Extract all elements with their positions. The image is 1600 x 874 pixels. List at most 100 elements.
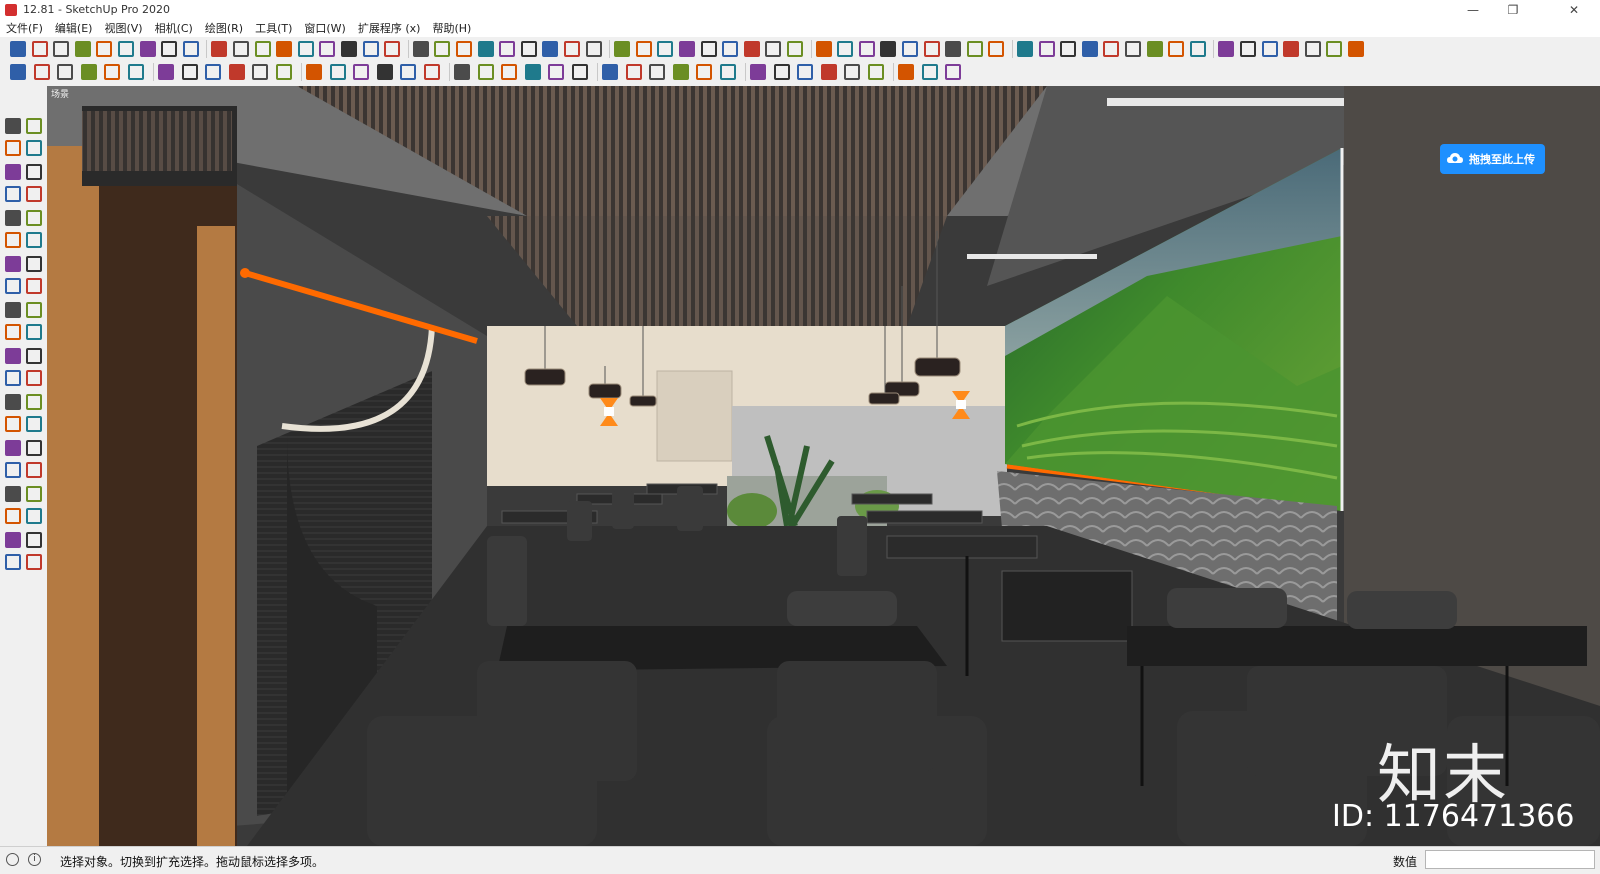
3d-text-icon[interactable] <box>635 41 652 57</box>
orbit-icon[interactable] <box>5 415 21 432</box>
xray-icon[interactable] <box>10 64 26 80</box>
monochrome-icon[interactable] <box>158 64 174 80</box>
select-icon[interactable] <box>5 118 21 134</box>
axes-icon[interactable] <box>614 41 631 57</box>
hidden-line-icon[interactable] <box>80 64 97 80</box>
push-pull-icon[interactable] <box>319 41 336 57</box>
section-plane-icon[interactable] <box>329 64 346 80</box>
menu-view[interactable]: 视图(V) <box>98 20 148 36</box>
zoom-window-icon[interactable] <box>26 440 42 456</box>
section-plane-icon[interactable] <box>26 507 42 524</box>
download-icon[interactable] <box>867 64 884 80</box>
menu-extensions[interactable]: 扩展程序 (x) <box>352 20 427 36</box>
vray-icon[interactable] <box>1326 41 1343 57</box>
house-icon[interactable] <box>412 41 429 57</box>
follow-me-icon[interactable] <box>26 302 42 318</box>
menu-camera[interactable]: 相机(C) <box>149 20 199 36</box>
3d-text-icon[interactable] <box>26 394 42 410</box>
refresh-icon[interactable] <box>454 64 470 80</box>
walk-icon[interactable] <box>5 507 21 524</box>
loop-icon[interactable] <box>858 41 875 57</box>
rotate-icon[interactable] <box>988 41 1005 57</box>
dome-icon[interactable] <box>1081 41 1098 57</box>
component-icon[interactable] <box>26 118 42 134</box>
stair-icon[interactable] <box>679 41 695 57</box>
left-view-icon[interactable] <box>306 64 322 80</box>
rotated-rectangle-icon[interactable] <box>161 41 178 57</box>
close-button[interactable]: ✕ <box>1555 0 1593 19</box>
push-pull-icon[interactable] <box>26 277 42 294</box>
front-view-icon[interactable] <box>228 64 245 80</box>
circle-icon[interactable] <box>5 210 21 226</box>
polygon-icon[interactable] <box>26 210 42 226</box>
previous-view-icon[interactable] <box>26 461 42 478</box>
line-icon[interactable] <box>96 41 113 57</box>
zoom-icon[interactable] <box>5 440 21 456</box>
back-edges-icon[interactable] <box>33 64 50 80</box>
menu-help[interactable]: 帮助(H) <box>426 20 477 36</box>
cloud-search-icon[interactable] <box>719 64 736 80</box>
display-section-icon[interactable] <box>353 64 369 80</box>
rectangle-icon[interactable] <box>5 185 21 202</box>
freehand-icon[interactable] <box>118 41 134 57</box>
line-icon[interactable] <box>5 164 21 180</box>
paint-bucket-icon[interactable] <box>5 139 21 156</box>
pillar-icon[interactable] <box>1189 41 1206 57</box>
cloud-sync-icon[interactable] <box>696 64 712 80</box>
back-view-icon[interactable] <box>275 64 292 80</box>
terrain-icon[interactable] <box>548 64 564 80</box>
pie-icon[interactable] <box>5 256 21 272</box>
checker-icon[interactable] <box>571 64 588 80</box>
menu-file[interactable]: 文件(F) <box>0 20 49 36</box>
wave-icon[interactable] <box>1103 41 1120 57</box>
warehouse-icon[interactable] <box>362 41 379 57</box>
offset-icon[interactable] <box>26 323 42 340</box>
spiral-icon[interactable] <box>1125 41 1141 57</box>
lock-icon[interactable] <box>1017 41 1033 57</box>
select-icon[interactable] <box>10 41 26 57</box>
upload-icon[interactable] <box>26 553 42 570</box>
chart-icon[interactable] <box>722 41 739 57</box>
cloud-icon[interactable] <box>602 64 618 80</box>
eraser-icon[interactable] <box>26 139 42 156</box>
two-point-arc-icon[interactable] <box>254 41 271 57</box>
scene-tab-label[interactable]: 场景 <box>51 87 69 100</box>
cloud-up-icon[interactable] <box>750 64 766 80</box>
export-icon[interactable] <box>477 64 494 80</box>
badge-icon[interactable] <box>844 64 860 80</box>
grid-icon[interactable] <box>1240 41 1256 57</box>
comb-icon[interactable] <box>1168 41 1185 57</box>
top-view-icon[interactable] <box>205 64 221 80</box>
menu-draw[interactable]: 绘图(R) <box>199 20 249 36</box>
shaded-icon[interactable] <box>104 64 120 80</box>
scale-icon[interactable] <box>5 323 21 340</box>
cloud-down-icon[interactable] <box>773 64 790 80</box>
status-info-icon[interactable]: i <box>28 853 41 866</box>
arc-icon[interactable] <box>233 41 249 57</box>
add-icon[interactable] <box>501 64 517 80</box>
chrome-icon[interactable] <box>921 64 938 80</box>
layer-icon[interactable] <box>902 41 918 57</box>
share-icon[interactable] <box>5 553 21 570</box>
right-view-icon[interactable] <box>252 64 268 80</box>
model-icon[interactable] <box>499 41 516 57</box>
zoom-extents-icon[interactable] <box>5 461 21 478</box>
eraser-icon[interactable] <box>74 41 91 57</box>
gear-icon[interactable] <box>820 64 837 80</box>
drag-upload-button[interactable]: 拖拽至此上传 <box>1440 144 1545 174</box>
circle-icon[interactable] <box>182 41 199 57</box>
tape-measure-icon[interactable] <box>520 41 537 57</box>
arch-icon[interactable] <box>837 41 854 57</box>
menu-window[interactable]: 窗口(W) <box>298 20 351 36</box>
two-point-arc-icon[interactable] <box>26 231 42 248</box>
iso-icon[interactable] <box>181 64 198 80</box>
table-icon[interactable] <box>456 41 472 57</box>
ruler-icon[interactable] <box>700 41 717 57</box>
extension-icon[interactable] <box>477 41 494 57</box>
freehand-icon[interactable] <box>26 164 42 180</box>
minimize-button[interactable]: — <box>1454 0 1492 19</box>
bow-icon[interactable] <box>945 41 962 57</box>
hook-icon[interactable] <box>1146 41 1163 57</box>
tape-measure-icon[interactable] <box>5 348 21 364</box>
info-icon[interactable] <box>672 64 689 80</box>
